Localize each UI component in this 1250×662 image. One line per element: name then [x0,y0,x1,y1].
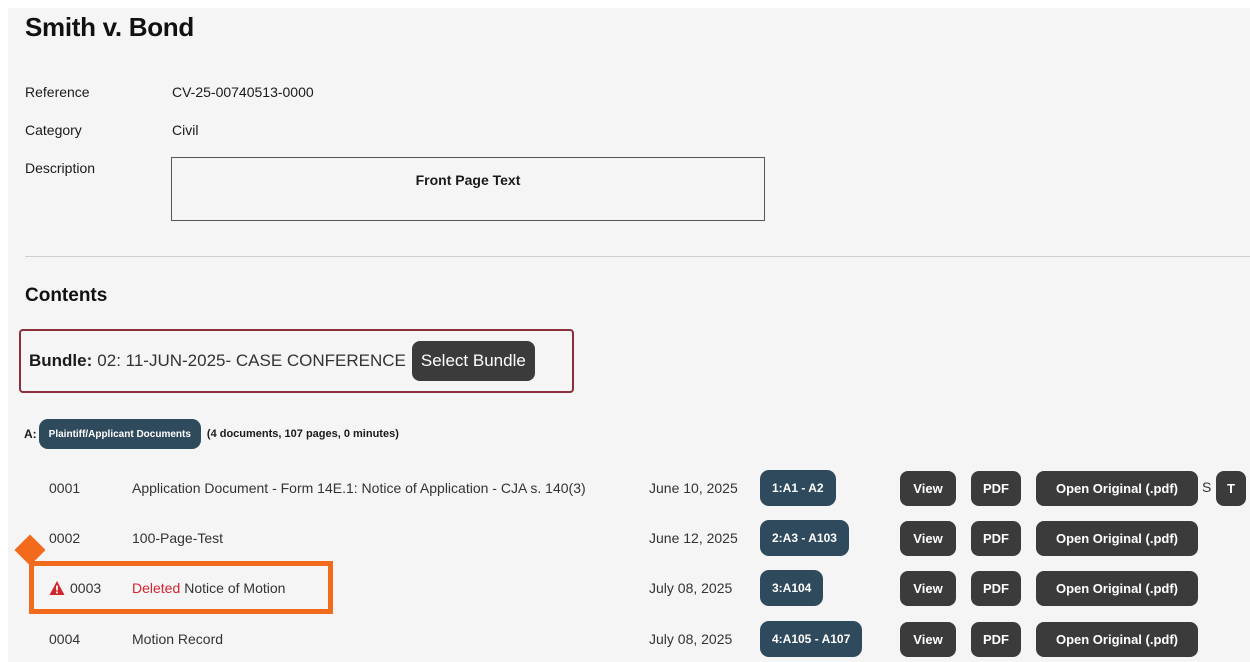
document-row: 0002 100-Page-Test June 12, 2025 2:A3 - … [0,520,1250,558]
category-label: Category [25,122,82,138]
view-button[interactable]: View [900,471,956,506]
document-row: 0001 Application Document - Form 14E.1: … [0,470,1250,508]
reference-value: CV-25-00740513-0000 [172,84,314,100]
bundle-label: Bundle: [29,351,93,370]
s-toggle[interactable]: S [1202,479,1211,495]
document-row: 0004 Motion Record July 08, 2025 4:A105 … [0,621,1250,659]
pdf-button[interactable]: PDF [971,521,1021,556]
document-number: 0004 [49,631,81,647]
document-number: 0002 [49,530,81,546]
page-range-button[interactable]: 1:A1 - A2 [760,470,836,506]
view-button[interactable]: View [900,571,956,606]
open-original-button[interactable]: Open Original (.pdf) [1036,571,1198,606]
section-a-header: A: Plaintiff/Applicant Documents (4 docu… [24,419,399,449]
document-date: June 12, 2025 [649,530,738,546]
section-a-stats: (4 documents, 107 pages, 0 minutes) [206,428,399,440]
open-original-button[interactable]: Open Original (.pdf) [1036,471,1198,506]
section-a-label: A: [24,427,37,441]
bundle-selector: Bundle: 02: 11-JUN-2025- CASE CONFERENCE… [19,329,574,393]
select-bundle-button[interactable]: Select Bundle [411,341,535,381]
page-range-button[interactable]: 3:A104 [760,570,824,606]
page-range-button[interactable]: 4:A105 - A107 [760,621,863,657]
case-title: Smith v. Bond [25,12,194,42]
document-title[interactable]: Application Document - Form 14E.1: Notic… [132,480,586,496]
description-label: Description [25,160,96,176]
pdf-button[interactable]: PDF [971,571,1021,606]
pdf-button[interactable]: PDF [971,622,1021,657]
document-date: July 08, 2025 [649,631,733,647]
document-number: 0001 [49,480,81,496]
category-value: Civil [172,122,199,138]
pdf-button[interactable]: PDF [971,471,1021,506]
t-button[interactable]: T [1216,471,1246,506]
document-date: June 10, 2025 [649,480,738,496]
contents-heading: Contents [25,285,108,306]
page-range-button[interactable]: 2:A3 - A103 [760,520,849,556]
view-button[interactable]: View [900,521,956,556]
description-box: Front Page Text [171,157,765,221]
open-original-button[interactable]: Open Original (.pdf) [1036,521,1198,556]
document-title[interactable]: Motion Record [132,631,223,647]
description-value: Front Page Text [415,172,521,188]
section-divider [25,256,1250,257]
reference-label: Reference [25,84,90,100]
highlight-annotation [29,561,333,614]
view-button[interactable]: View [900,622,956,657]
document-title[interactable]: 100-Page-Test [132,530,223,546]
bundle-value: 02: 11-JUN-2025- CASE CONFERENCE [97,351,406,370]
section-a-tag[interactable]: Plaintiff/Applicant Documents [38,419,201,449]
open-original-button[interactable]: Open Original (.pdf) [1036,622,1198,657]
document-date: July 08, 2025 [649,580,733,596]
